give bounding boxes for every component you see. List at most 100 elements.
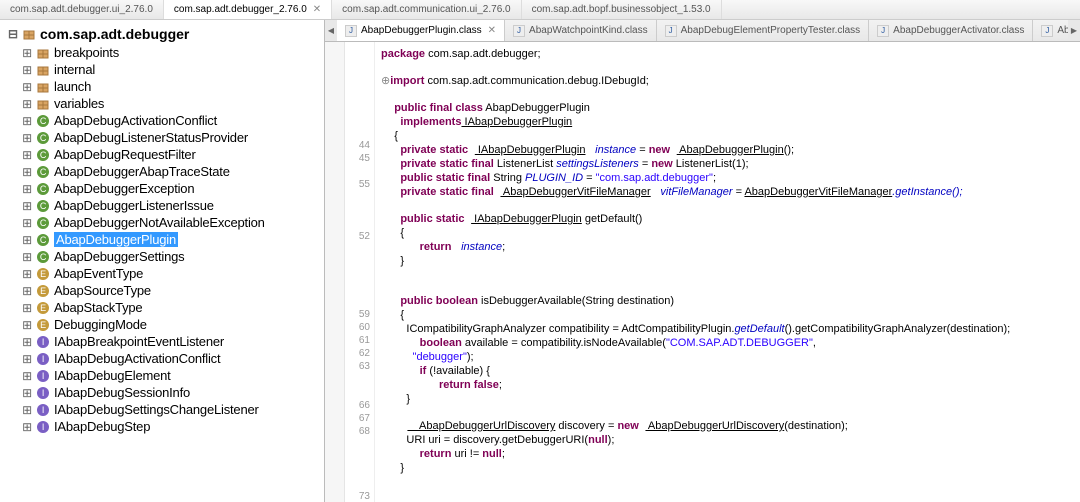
expand-icon[interactable]: ⊞	[22, 114, 32, 128]
editor-tab[interactable]: JAbapDebugElementPropertyTester.class	[657, 20, 870, 41]
project-tab[interactable]: com.sap.adt.communication.ui_2.76.0	[332, 0, 521, 19]
tree-item[interactable]: ⊞ E AbapSourceType	[20, 282, 324, 299]
tree-item-label: IAbapDebugStep	[54, 419, 150, 434]
tree-item-label: internal	[54, 62, 95, 77]
tree-item[interactable]: ⊞ internal	[20, 61, 324, 78]
tree-item[interactable]: ⊞ variables	[20, 95, 324, 112]
tree-item[interactable]: ⊞ E AbapEventType	[20, 265, 324, 282]
tree-item-label: AbapDebuggerSettings	[54, 249, 184, 264]
expand-icon[interactable]: ⊞	[22, 335, 32, 349]
tree-item-label: AbapSourceType	[54, 283, 151, 298]
tree-item-label: AbapStackType	[54, 300, 142, 315]
tree-item[interactable]: ⊞ launch	[20, 78, 324, 95]
tree-item[interactable]: ⊞IIAbapDebugSessionInfo	[20, 384, 324, 401]
expand-icon[interactable]: ⊞	[22, 301, 32, 315]
expand-icon[interactable]: ⊞	[22, 233, 32, 247]
editor-tab-label: AbapDebuggerPlugin.class	[361, 25, 482, 36]
expand-icon[interactable]: ⊞	[22, 63, 32, 77]
tree-item[interactable]: ⊞ E AbapStackType	[20, 299, 324, 316]
expand-icon[interactable]: ⊞	[22, 199, 32, 213]
expand-icon[interactable]: ⊞	[22, 250, 32, 264]
tabs-scroll-left[interactable]: ◀	[325, 20, 337, 41]
class-icon: C	[36, 165, 50, 179]
tree-item-label: AbapDebuggerAbapTraceState	[54, 164, 230, 179]
project-tab[interactable]: com.sap.adt.debugger_2.76.0✕	[164, 0, 332, 19]
expand-icon[interactable]: ⊞	[22, 352, 32, 366]
svg-text:I: I	[42, 337, 44, 347]
close-icon[interactable]: ✕	[488, 25, 496, 36]
editor-tab-label: AbapDebuggerActivator.class	[893, 25, 1024, 36]
tree-item-label: AbapEventType	[54, 266, 143, 281]
class-icon: C	[36, 131, 50, 145]
expand-icon[interactable]: ⊞	[22, 216, 32, 230]
tree-item[interactable]: ⊞CAbapDebuggerSettings	[20, 248, 324, 265]
editor-tab[interactable]: JAbapDebuggerTraceLocations.class	[1033, 20, 1068, 41]
editor-tab-label: AbapWatchpointKind.class	[529, 25, 648, 36]
expand-icon[interactable]: ⊞	[22, 369, 32, 383]
classfile-icon: J	[345, 25, 357, 37]
tree-item[interactable]: ⊞CAbapDebuggerListenerIssue	[20, 197, 324, 214]
expand-icon[interactable]: ⊞	[22, 165, 32, 179]
expand-icon[interactable]: ⊞	[22, 131, 32, 145]
svg-text:I: I	[42, 388, 44, 398]
tree-item[interactable]: ⊞breakpoints	[20, 44, 324, 61]
expand-icon[interactable]: ⊞	[22, 97, 32, 111]
expand-icon[interactable]: ⊞	[22, 420, 32, 434]
tree-item-label: launch	[54, 79, 91, 94]
editor-tab[interactable]: JAbapDebuggerActivator.class	[869, 20, 1033, 41]
editor-tab[interactable]: J AbapWatchpointKind.class	[505, 20, 657, 41]
interface-icon: I	[36, 369, 50, 383]
svg-text:I: I	[42, 422, 44, 432]
collapse-icon[interactable]: ⊟	[8, 27, 18, 41]
expand-icon[interactable]: ⊞	[22, 267, 32, 281]
tabs-scroll-right[interactable]: ▶	[1068, 20, 1080, 41]
interface-icon: I	[36, 386, 50, 400]
enum-icon: E	[36, 301, 50, 315]
expand-icon[interactable]: ⊞	[22, 46, 32, 60]
svg-text:C: C	[40, 116, 47, 126]
package-explorer[interactable]: ⊟ com.sap.adt.debugger ⊞breakpoints⊞inte…	[0, 20, 325, 502]
expand-icon[interactable]: ⊞	[22, 148, 32, 162]
package-icon	[36, 46, 50, 60]
svg-text:E: E	[40, 269, 46, 279]
tree-item[interactable]: ⊞ C AbapDebugListenerStatusProvider	[20, 129, 324, 146]
source-editor[interactable]: package com.sap.adt.debugger; ⊕import co…	[375, 42, 1080, 502]
tree-item[interactable]: ⊞IIAbapDebugActivationConflict	[20, 350, 324, 367]
line-number-gutter: 4445555259606162636667687375767778	[345, 42, 375, 502]
tree-item-label: AbapDebuggerException	[54, 181, 194, 196]
svg-text:I: I	[42, 354, 44, 364]
svg-text:C: C	[40, 167, 47, 177]
package-icon	[22, 27, 36, 41]
tree-item[interactable]: ⊞ C AbapDebuggerAbapTraceState	[20, 163, 324, 180]
expand-icon[interactable]: ⊞	[22, 318, 32, 332]
tree-item[interactable]: ⊞EDebuggingMode	[20, 316, 324, 333]
package-root[interactable]: ⊟ com.sap.adt.debugger	[6, 24, 324, 44]
tree-item[interactable]: ⊞CAbapDebugActivationConflict	[20, 112, 324, 129]
expand-icon[interactable]: ⊞	[22, 182, 32, 196]
tree-item-label: AbapDebugListenerStatusProvider	[54, 130, 248, 145]
expand-icon[interactable]: ⊞	[22, 80, 32, 94]
tree-item[interactable]: ⊞IIAbapDebugSettingsChangeListener	[20, 401, 324, 418]
tree-item[interactable]: ⊞IIAbapBreakpointEventListener	[20, 333, 324, 350]
svg-text:C: C	[40, 150, 47, 160]
editor-tab[interactable]: J AbapDebuggerPlugin.class ✕	[337, 20, 505, 41]
project-tab[interactable]: com.sap.adt.debugger.ui_2.76.0	[0, 0, 164, 19]
svg-text:E: E	[40, 286, 46, 296]
tree-item[interactable]: ⊞CAbapDebugRequestFilter	[20, 146, 324, 163]
tree-item[interactable]: ⊞CAbapDebuggerNotAvailableException	[20, 214, 324, 231]
interface-icon: I	[36, 403, 50, 417]
tree-item[interactable]: ⊞CAbapDebuggerPlugin	[20, 231, 324, 248]
expand-icon[interactable]: ⊞	[22, 403, 32, 417]
project-tab[interactable]: com.sap.adt.bopf.businessobject_1.53.0	[522, 0, 722, 19]
tree-item-label: variables	[54, 96, 104, 111]
tree-item[interactable]: ⊞CAbapDebuggerException	[20, 180, 324, 197]
expand-icon[interactable]: ⊞	[22, 284, 32, 298]
classfile-icon: J	[1041, 25, 1053, 37]
interface-icon: I	[36, 420, 50, 434]
tree-item[interactable]: ⊞ I IAbapDebugStep	[20, 418, 324, 435]
close-icon[interactable]: ✕	[313, 4, 321, 15]
expand-icon[interactable]: ⊞	[22, 386, 32, 400]
class-icon: C	[36, 148, 50, 162]
tree-item[interactable]: ⊞IIAbapDebugElement	[20, 367, 324, 384]
classfile-icon: J	[513, 25, 525, 37]
